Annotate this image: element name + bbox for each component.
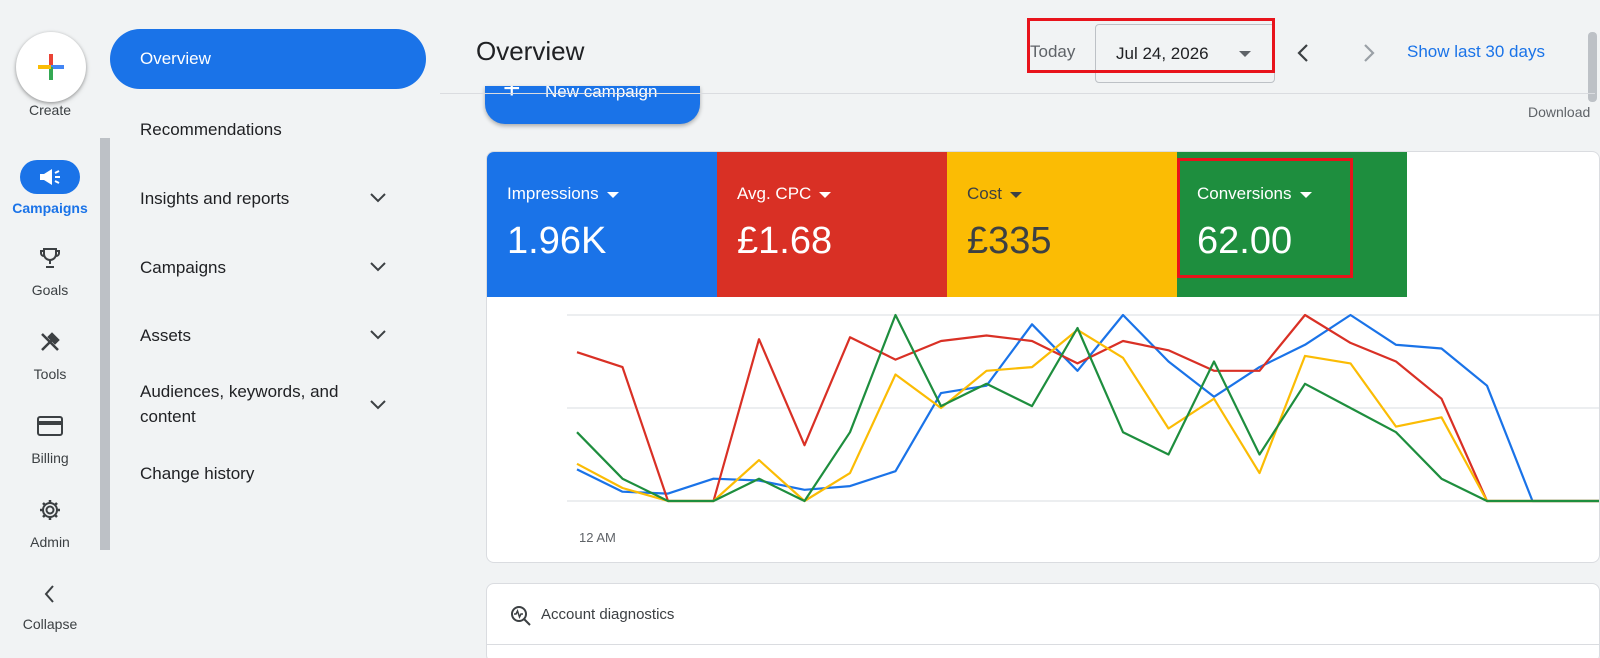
metric-tile-cost[interactable]: Cost £335 [947,152,1177,297]
left-rail: Create Campaigns Goals Tools Billing Adm… [0,0,100,658]
page-title: Overview [476,36,585,66]
dropdown-arrow-icon [1299,191,1312,198]
chevron-down-icon[interactable] [366,186,390,210]
metric-name: Avg. CPC [737,184,812,203]
dropdown-arrow-icon [606,191,619,198]
metric-tile-impressions[interactable]: Impressions 1.96K [487,152,717,297]
nav-item-overview[interactable]: Overview [110,29,426,89]
chevron-right-icon[interactable] [1354,39,1382,67]
dropdown-arrow-icon [1239,51,1251,57]
nav-item-campaigns[interactable]: Campaigns [140,255,400,280]
rail-label-admin: Admin [30,534,70,550]
chevron-left-icon [34,578,66,610]
metrics-card: Impressions 1.96K Avg. CPC £1.68 Cost £3… [486,151,1600,563]
account-diagnostics-panel[interactable]: Account diagnostics [486,583,1600,658]
date-picker[interactable]: Jul 24, 2026 [1095,24,1275,83]
diagnostics-search-icon [511,606,531,626]
rail-item-campaigns[interactable]: Campaigns [0,160,100,230]
rail-scrollbar[interactable] [100,138,110,550]
divider [487,644,1599,645]
metric-value: £1.68 [737,220,833,262]
nav-item-change-history[interactable]: Change history [140,461,400,486]
create-label: Create [28,102,72,118]
show-last-30-days-link[interactable]: Show last 30 days [1407,42,1545,62]
gear-icon [34,494,66,526]
rail-item-admin[interactable]: Admin [0,494,100,564]
nav-item-assets[interactable]: Assets [140,323,400,348]
plus-icon: + [503,86,521,105]
rail-item-billing[interactable]: Billing [0,410,100,480]
metric-value: 1.96K [507,220,607,262]
rail-item-goals[interactable]: Goals [0,242,100,312]
dropdown-arrow-icon [1009,191,1022,198]
nav-item-audiences-keywords-content[interactable]: Audiences, keywords, and content [140,379,370,429]
nav-panel: Overview Recommendations Insights and re… [110,0,440,658]
nav-item-insights-and-reports[interactable]: Insights and reports [140,186,400,211]
rail-label-goals: Goals [31,282,69,298]
rail-label-tools: Tools [33,366,67,382]
new-campaign-button[interactable]: + New campaign [485,86,700,124]
megaphone-icon [20,160,80,194]
x-axis-label: 12 AM [579,530,616,545]
today-label: Today [1030,42,1076,61]
rail-label-collapse: Collapse [22,616,78,632]
metric-value: £335 [967,220,1052,262]
metric-name: Cost [967,184,1002,203]
rail-item-collapse[interactable]: Collapse [0,578,100,648]
tools-icon [34,326,66,358]
header-divider [440,93,1595,94]
chevron-down-icon[interactable] [366,393,390,417]
metric-tile-conversions[interactable]: Conversions 62.00 [1177,152,1407,297]
chevron-down-icon[interactable] [366,323,390,347]
rail-label-billing: Billing [31,450,69,466]
dropdown-arrow-icon [819,191,832,198]
nav-item-recommendations[interactable]: Recommendations [140,117,400,142]
new-campaign-label: New campaign [545,86,658,101]
date-value: Jul 24, 2026 [1116,44,1209,63]
metric-tile-avg-cpc[interactable]: Avg. CPC £1.68 [717,152,947,297]
plus-icon [38,54,64,80]
download-button[interactable]: Download [1528,104,1600,120]
metric-name: Impressions [507,184,599,203]
chevron-left-icon[interactable] [1290,39,1318,67]
metric-name: Conversions [1197,184,1292,203]
chevron-down-icon[interactable] [366,255,390,279]
rail-label-campaigns: Campaigns [12,200,88,216]
account-diagnostics-label: Account diagnostics [541,606,675,623]
create-button[interactable] [16,32,86,102]
metric-value: 62.00 [1197,220,1293,262]
trophy-icon [34,242,66,274]
credit-card-icon [34,410,66,442]
performance-chart [567,313,1599,503]
rail-item-tools[interactable]: Tools [0,326,100,396]
page-scrollbar[interactable] [1588,32,1597,102]
